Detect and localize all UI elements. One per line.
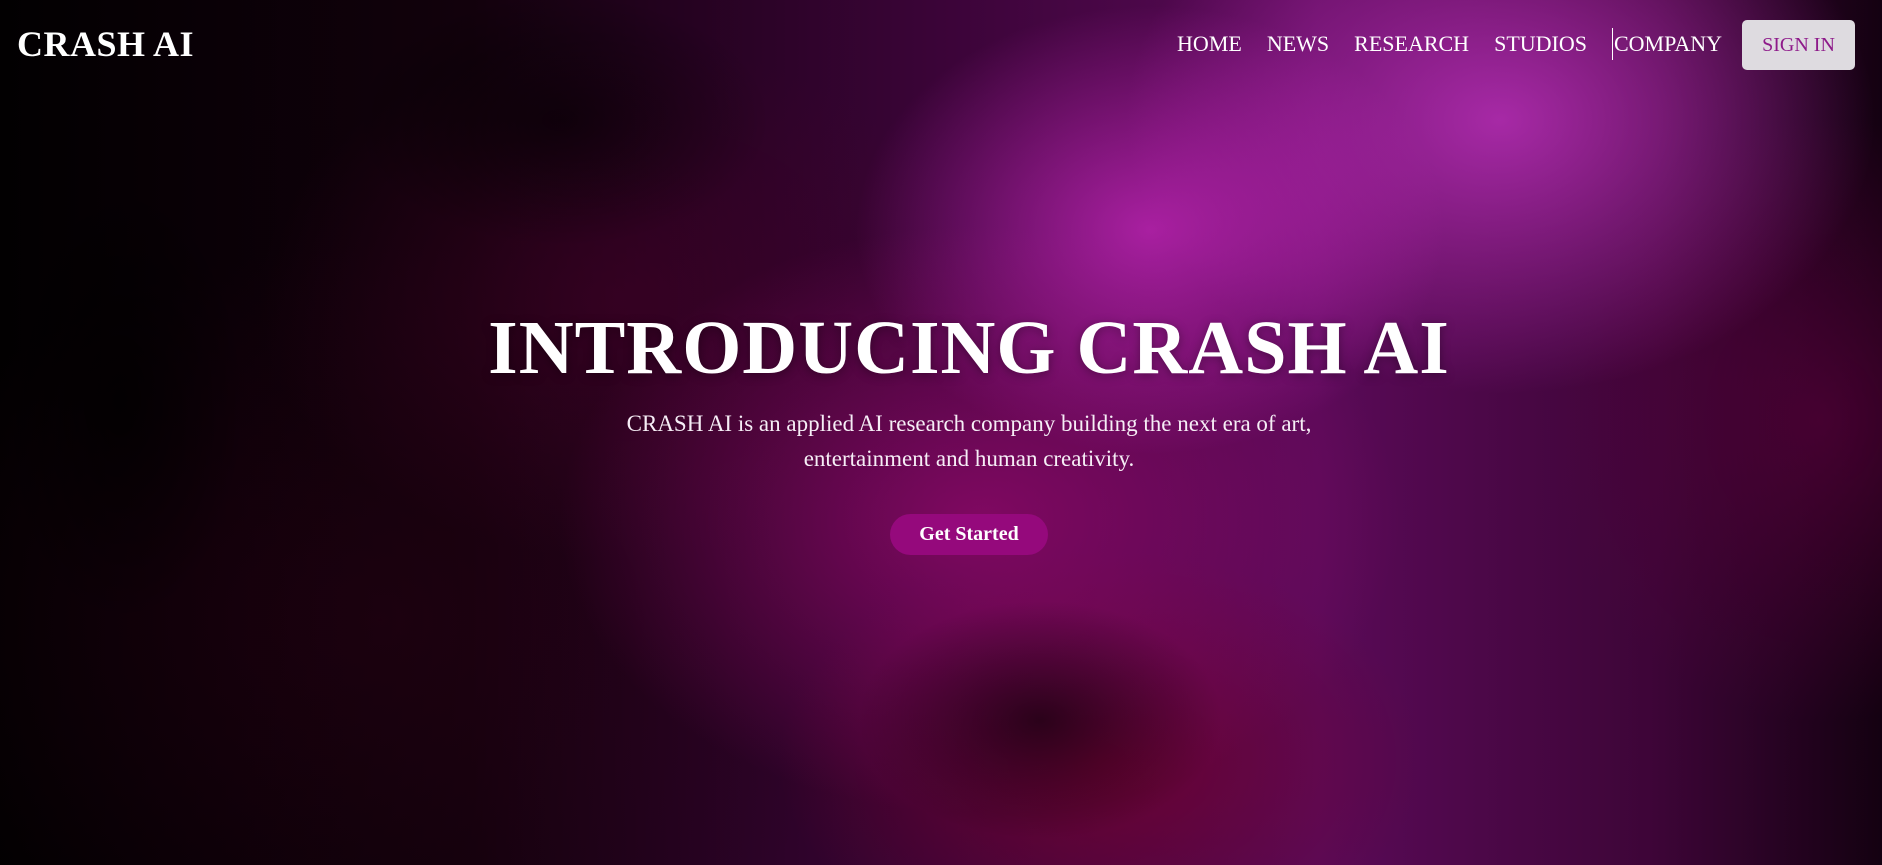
nav-link-home[interactable]: HOME: [1177, 28, 1242, 60]
top-navigation-bar: CRASH AI HOME NEWS RESEARCH STUDIOS COMP…: [0, 0, 1882, 90]
nav-link-research[interactable]: RESEARCH: [1354, 28, 1469, 60]
nav-link-news[interactable]: NEWS: [1267, 28, 1329, 60]
nav-link-studios[interactable]: STUDIOS: [1494, 28, 1587, 60]
hero-subtitle: CRASH AI is an applied AI research compa…: [626, 411, 1312, 471]
primary-nav: HOME NEWS RESEARCH STUDIOS COMPANY: [1152, 28, 1722, 60]
brand-logo[interactable]: CRASH AI: [17, 22, 194, 66]
sign-in-button[interactable]: SIGN IN: [1742, 20, 1855, 70]
hero-section: INTRODUCING CRASH AI CRASH AI is an appl…: [0, 300, 1882, 555]
get-started-button[interactable]: Get Started: [890, 514, 1048, 555]
nav-link-company[interactable]: COMPANY: [1611, 28, 1722, 60]
hero-title: INTRODUCING CRASH AI: [488, 306, 1450, 390]
